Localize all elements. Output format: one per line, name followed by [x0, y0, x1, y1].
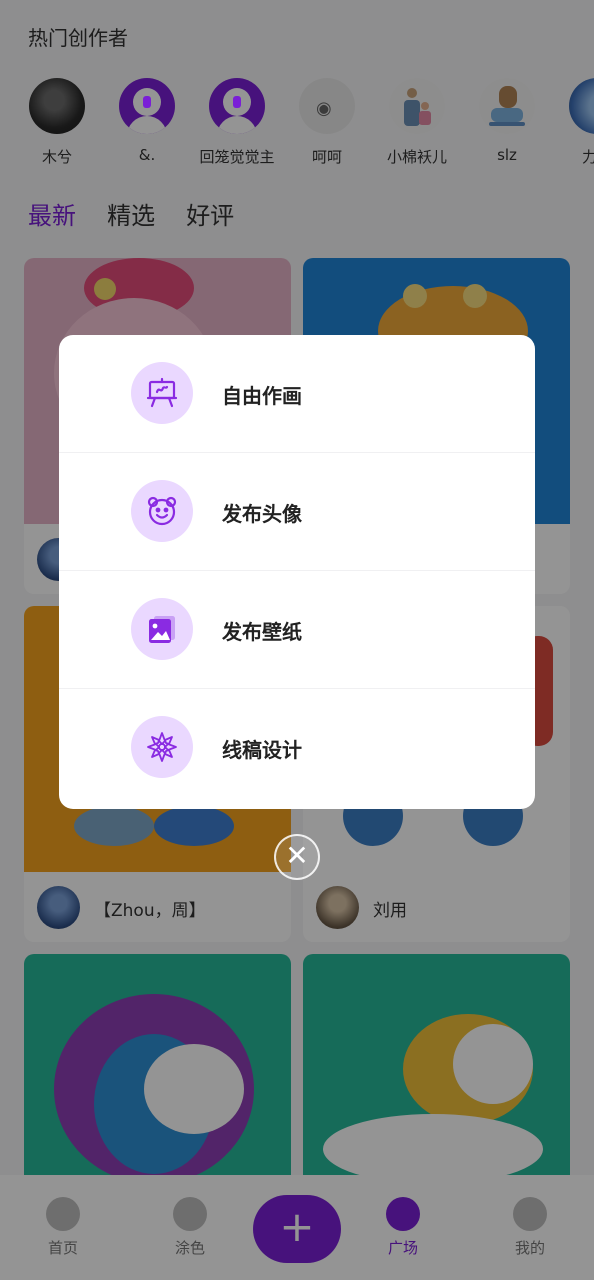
wallpaper-icon: [131, 598, 193, 660]
flower-mandala-icon: [131, 716, 193, 778]
option-line-art-design[interactable]: 线稿设计: [59, 689, 535, 807]
option-label: 发布头像: [222, 502, 302, 526]
close-icon[interactable]: ✕: [274, 834, 320, 880]
option-publish-wallpaper[interactable]: 发布壁纸: [59, 571, 535, 689]
option-free-drawing[interactable]: 自由作画: [59, 335, 535, 453]
create-menu-sheet: 自由作画 发布头像 发布壁纸 线稿设计: [59, 335, 535, 809]
bear-face-icon: [131, 480, 193, 542]
option-label: 发布壁纸: [222, 620, 302, 644]
option-label: 自由作画: [222, 384, 302, 408]
option-publish-avatar[interactable]: 发布头像: [59, 453, 535, 571]
easel-icon: [131, 362, 193, 424]
option-label: 线稿设计: [222, 738, 302, 762]
